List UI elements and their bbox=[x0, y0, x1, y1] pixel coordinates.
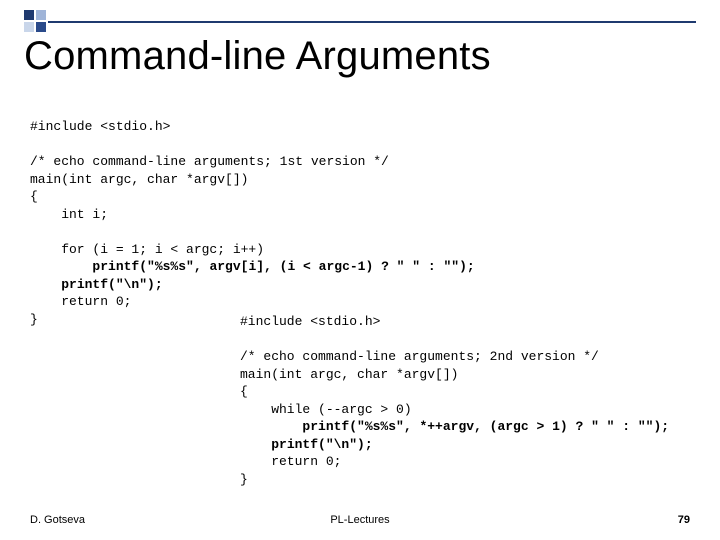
footer: D. Gotseva PL-Lectures 79 bbox=[0, 508, 720, 526]
code-line: int i; bbox=[30, 207, 108, 222]
code-line: } bbox=[240, 472, 248, 487]
code-line: while (--argc > 0) bbox=[240, 402, 412, 417]
code-line: main(int argc, char *argv[]) bbox=[240, 367, 458, 382]
code-line: for (i = 1; i < argc; i++) bbox=[30, 242, 264, 257]
footer-center: PL-Lectures bbox=[0, 514, 720, 526]
code-block-2: #include <stdio.h> /* echo command-line … bbox=[240, 313, 669, 488]
code-line: #include <stdio.h> bbox=[30, 119, 170, 134]
title-rule bbox=[48, 21, 696, 23]
code-block-1: #include <stdio.h> /* echo command-line … bbox=[30, 118, 475, 329]
code-line-bold: printf("\n"); bbox=[61, 277, 162, 292]
code-line-indent bbox=[240, 419, 302, 434]
code-line-indent bbox=[240, 437, 271, 452]
code-line: /* echo command-line arguments; 2nd vers… bbox=[240, 349, 599, 364]
slide-title: Command-line Arguments bbox=[24, 34, 491, 79]
accent-square-icon bbox=[24, 10, 46, 32]
code-line-bold: printf("%s%s", *++argv, (argc > 1) ? " "… bbox=[302, 419, 669, 434]
slide: Command-line Arguments #include <stdio.h… bbox=[0, 0, 720, 540]
code-line: { bbox=[240, 384, 248, 399]
code-line: /* echo command-line arguments; 1st vers… bbox=[30, 154, 389, 169]
code-line: return 0; bbox=[240, 454, 341, 469]
code-line-bold: printf("\n"); bbox=[271, 437, 372, 452]
code-line-bold: printf("%s%s", argv[i], (i < argc-1) ? "… bbox=[92, 259, 474, 274]
code-line-indent bbox=[30, 277, 61, 292]
code-line: #include <stdio.h> bbox=[240, 314, 380, 329]
code-line: main(int argc, char *argv[]) bbox=[30, 172, 248, 187]
code-line: return 0; bbox=[30, 294, 131, 309]
code-line: } bbox=[30, 312, 38, 327]
code-line: { bbox=[30, 189, 38, 204]
footer-page-number: 79 bbox=[678, 514, 690, 526]
code-line-indent bbox=[30, 259, 92, 274]
